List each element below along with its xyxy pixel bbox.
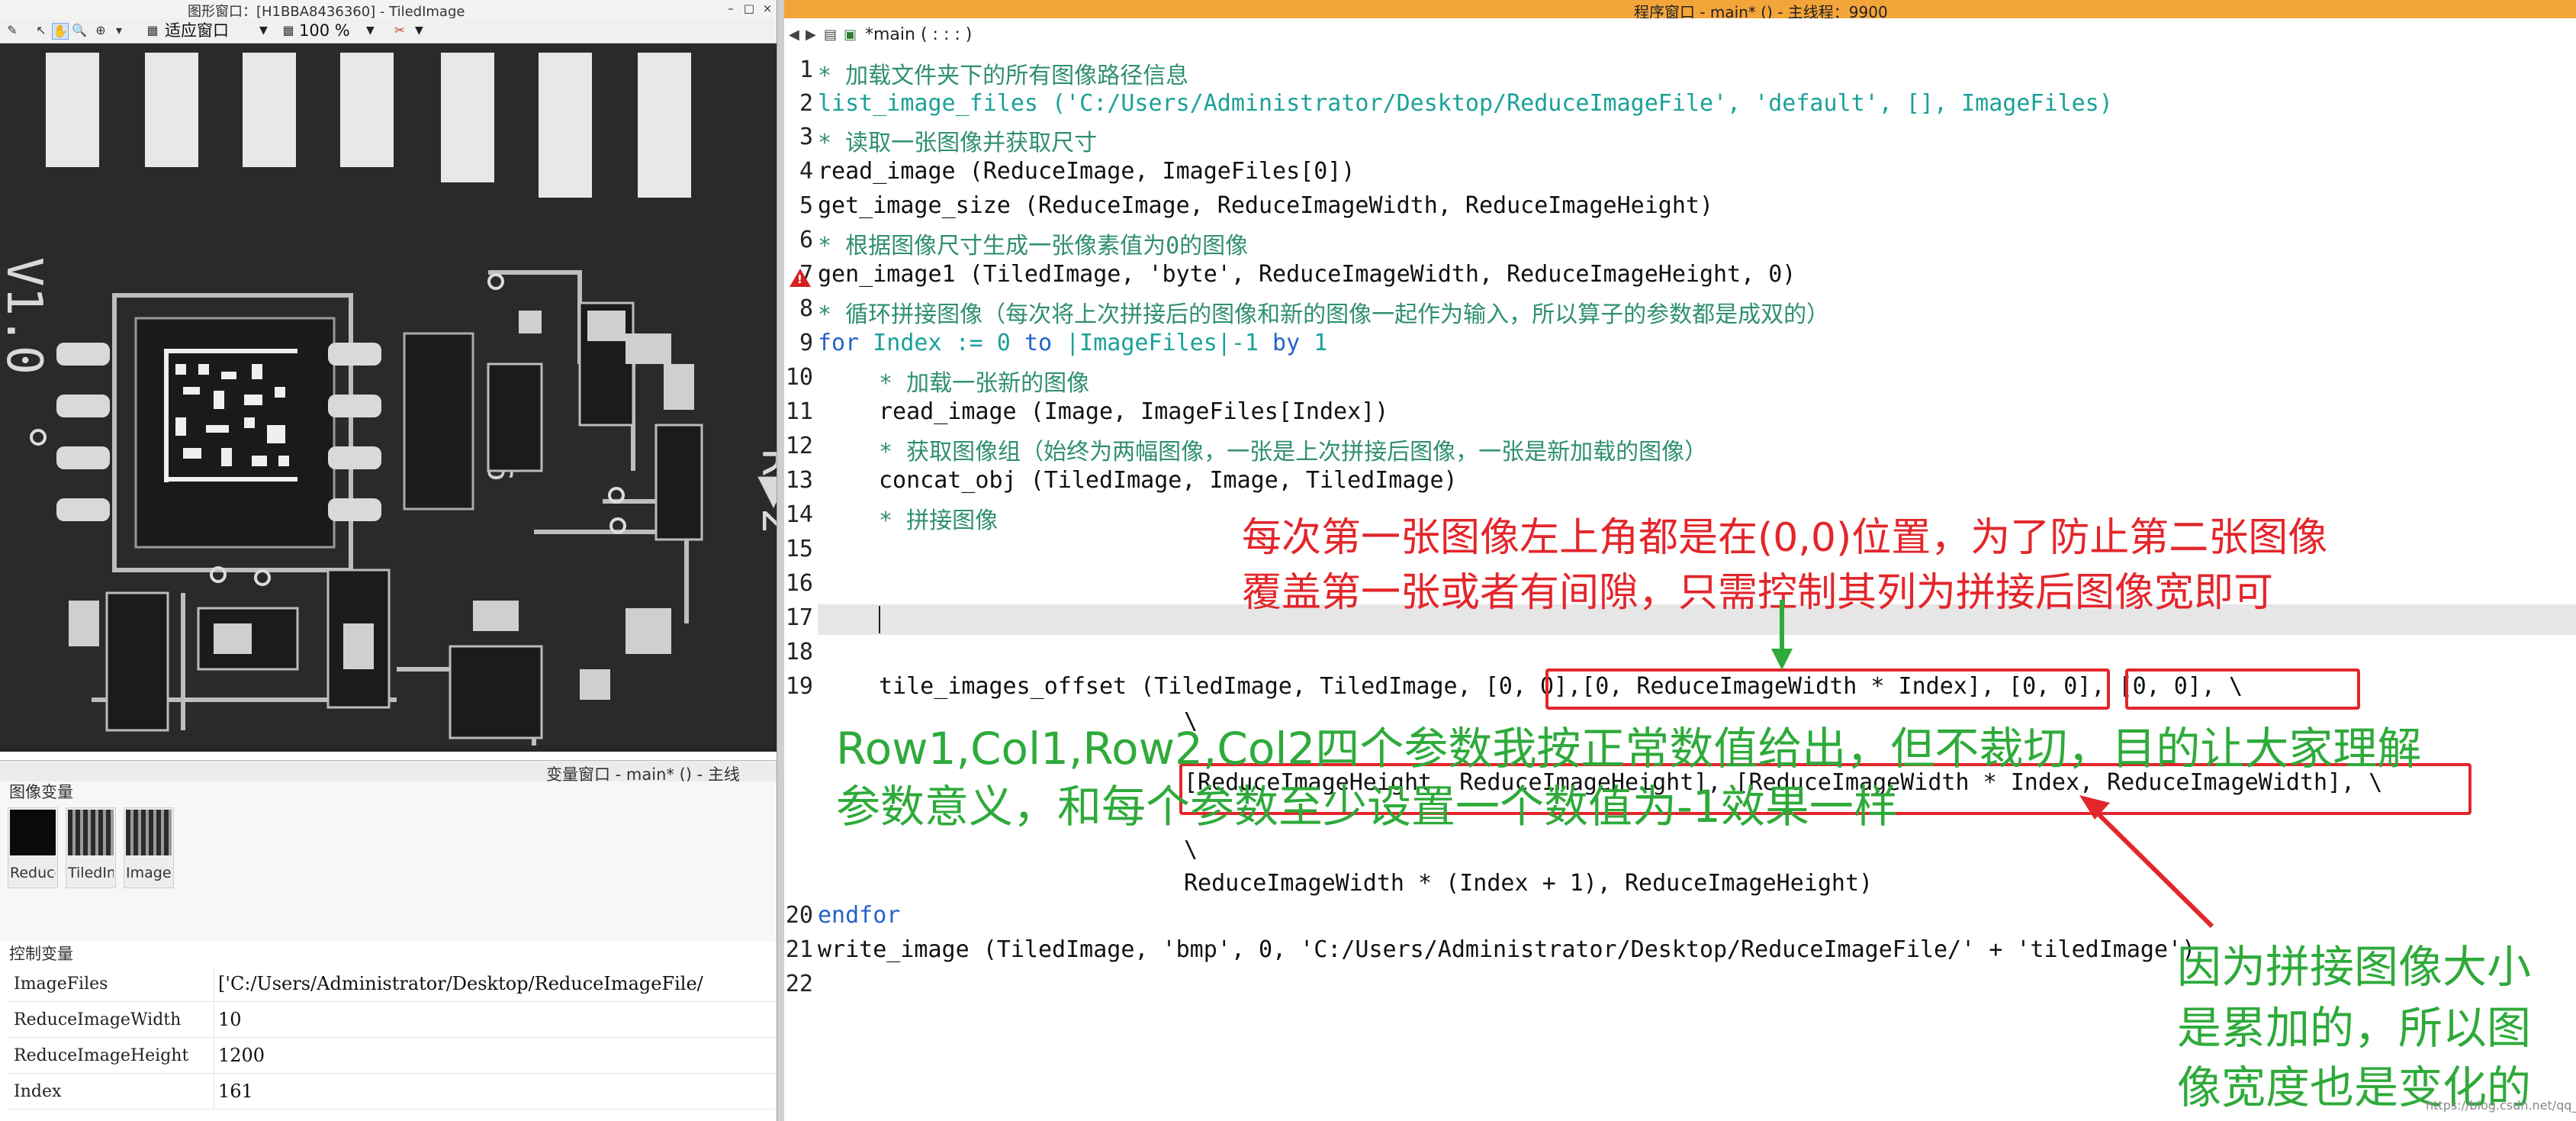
annotation-arrows — [1771, 600, 2214, 929]
red-arrow-head — [2079, 795, 2110, 820]
red-arrow-shaft — [2091, 807, 2214, 929]
green-arrow-head — [1771, 649, 1793, 670]
watermark: https://blog.csdn.net/qq_18620653 — [2426, 1098, 2576, 1113]
